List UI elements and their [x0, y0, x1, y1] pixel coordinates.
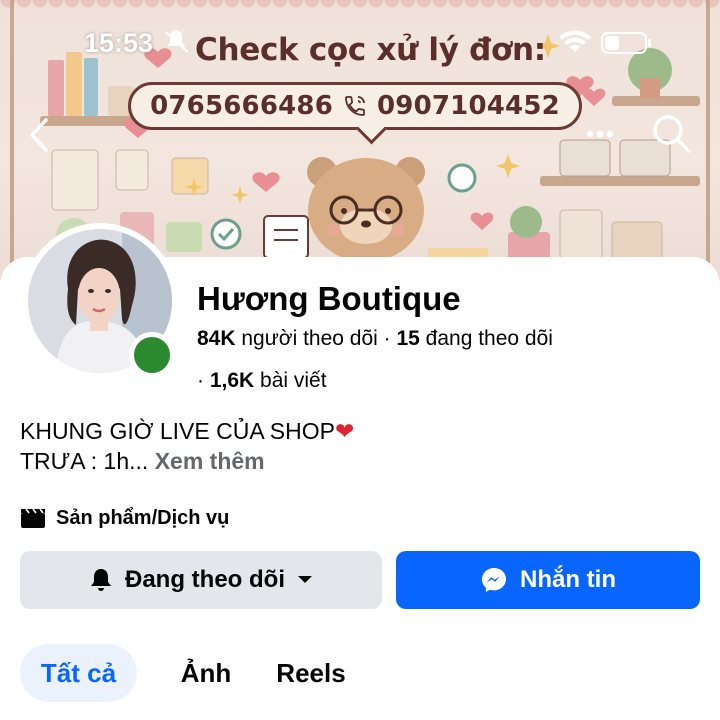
bio-line-1: KHUNG GIỜ LIVE CỦA SHOP❤ [20, 418, 354, 445]
posts-count: 1,6K [209, 369, 255, 392]
following-button[interactable]: Đang theo dõi [20, 551, 382, 609]
online-status-dot [129, 332, 175, 378]
cover-phone-bubble: 0765666486 0907104452 [128, 82, 582, 130]
search-icon[interactable] [650, 112, 692, 154]
bio-text-2: TRƯA : 1h... [20, 448, 149, 474]
cover-phone-1: 0765666486 [150, 91, 333, 121]
page-name: Hương Boutique [197, 280, 461, 317]
cover-phone-2: 0907104452 [377, 91, 560, 121]
followers-label[interactable]: người theo dõi [241, 327, 377, 350]
posts-label: bài viết [260, 369, 327, 392]
messenger-icon [482, 568, 506, 592]
bio-text-1: KHUNG GIỜ LIVE CỦA SHOP [20, 418, 335, 444]
mute-icon [165, 30, 189, 53]
tab-reels[interactable]: Reels [260, 644, 362, 702]
followers-count[interactable]: 84K [197, 327, 236, 350]
status-icons [165, 30, 651, 54]
tab-photos[interactable]: Ảnh [156, 644, 256, 702]
more-icon[interactable] [584, 124, 616, 144]
stats-separator: · [383, 327, 397, 350]
following-label[interactable]: đang theo dõi [426, 327, 553, 350]
see-more-link[interactable]: Xem thêm [155, 448, 265, 474]
bell-icon [91, 569, 111, 591]
phone-icon [345, 96, 365, 116]
following-button-label: Đang theo dõi [125, 566, 285, 593]
clapper-icon [21, 508, 45, 528]
category-label: Sản phẩm/Dịch vụ [56, 506, 230, 529]
post-stats: · 1,6K bài viết [197, 369, 327, 393]
follow-stats: 84K người theo dõi · 15 đang theo dõi [197, 327, 553, 351]
back-arrow-icon[interactable] [26, 116, 54, 154]
following-count[interactable]: 15 [396, 327, 419, 350]
bio-line-2: TRƯA : 1h... Xem thêm [20, 448, 265, 475]
heart-icon: ❤ [334, 418, 355, 444]
tab-all[interactable]: Tất cả [20, 644, 137, 702]
battery-icon [601, 32, 651, 54]
page-category: Sản phẩm/Dịch vụ [20, 505, 229, 531]
wifi-icon [559, 30, 591, 52]
caret-down-icon [297, 576, 312, 583]
message-button[interactable]: Nhắn tin [396, 551, 700, 609]
message-button-label: Nhắn tin [520, 566, 616, 593]
stats-separator: · [197, 369, 210, 392]
